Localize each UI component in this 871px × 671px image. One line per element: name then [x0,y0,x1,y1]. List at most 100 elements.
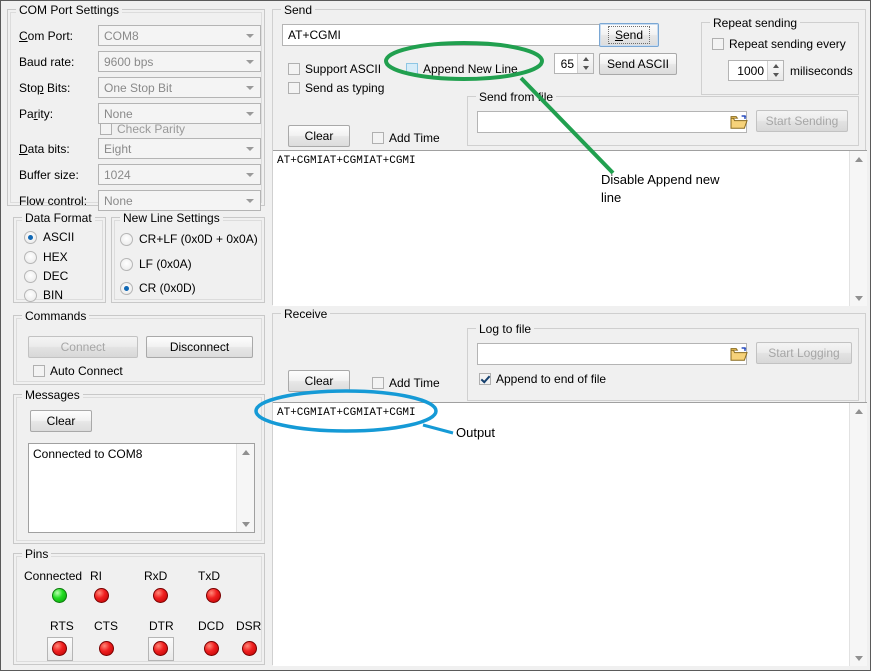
parity-select[interactable]: None [98,103,261,124]
messages-group: Messages Clear Connected to COM8 [13,394,265,544]
buffer-size-select[interactable]: 1024 [98,164,261,185]
baud-rate-select[interactable]: 9600 bps [98,51,261,72]
scroll-down-icon[interactable] [237,515,254,532]
radio-data-format-bin[interactable]: BIN [24,288,63,302]
messages-log-text: Connected to COM8 [33,447,236,461]
pin-label-rxd: RxD [144,569,167,583]
spinner-up-icon[interactable] [768,61,783,71]
scroll-up-icon[interactable] [850,403,867,420]
messages-title: Messages [22,388,83,402]
repeat-sending-group: Repeat sending Repeat sending every 1000… [701,22,859,95]
pin-led-cts [99,641,114,656]
pin-label-dtr: DTR [149,619,174,633]
pin-label-rts: RTS [50,619,74,633]
flow-control-label: Flow control: [19,194,87,208]
append-to-end-of-file-checkbox[interactable]: Append to end of file [479,372,606,386]
scroll-down-icon[interactable] [850,649,867,666]
send-log-area[interactable]: AT+CGMIAT+CGMIAT+CGMI [273,150,867,306]
check-parity-checkbox[interactable]: Check Parity [100,122,185,136]
receive-group: Receive Clear Add Time Log to file [272,313,866,665]
messages-scrollbar[interactable] [236,444,254,532]
start-logging-button[interactable]: Start Logging [756,342,852,364]
flow-control-value: None [104,194,133,208]
radio-label: ASCII [43,230,74,244]
spinner-up-icon[interactable] [578,54,593,64]
send-add-time-checkbox[interactable]: Add Time [372,131,440,145]
repeat-interval-spinner[interactable]: 1000 [728,60,784,81]
radio-data-format-dec[interactable]: DEC [24,269,68,283]
repeat-interval-unit: miliseconds [790,64,853,78]
repeat-sending-label: Repeat sending every [729,37,846,51]
send-from-file-browse-button[interactable] [729,113,749,131]
auto-connect-checkbox[interactable]: Auto Connect [33,364,123,378]
send-as-typing-checkbox[interactable]: Send as typing [288,81,384,95]
checkbox-box [288,82,300,94]
receive-log-area[interactable]: AT+CGMIAT+CGMIAT+CGMI [273,402,867,666]
send-add-time-label: Add Time [389,131,440,145]
receive-add-time-checkbox[interactable]: Add Time [372,376,440,390]
radio-dot [24,289,37,302]
pin-label-cts: CTS [94,619,118,633]
scroll-up-icon[interactable] [850,151,867,168]
chevron-down-icon [246,199,254,203]
com-port-label: Com Port: [19,29,73,43]
radio-newline-crlf[interactable]: CR+LF (0x0D + 0x0A) [120,232,258,246]
chevron-down-icon [246,147,254,151]
connect-button[interactable]: Connect [28,336,138,358]
receive-add-time-label: Add Time [389,376,440,390]
append-to-end-of-file-label: Append to end of file [496,372,606,386]
spinner-arrows[interactable] [577,54,593,73]
radio-newline-lf[interactable]: LF (0x0A) [120,257,192,271]
repeat-sending-title: Repeat sending [710,16,800,30]
send-button[interactable]: Send [599,23,659,47]
start-sending-button[interactable]: Start Sending [756,110,848,132]
radio-data-format-ascii[interactable]: ASCII [24,230,74,244]
spinner-down-icon[interactable] [768,71,783,81]
log-to-file-group: Log to file Start Logging Append to end … [467,328,859,401]
pin-led-dtr [153,641,168,656]
receive-log-text: AT+CGMIAT+CGMIAT+CGMI [277,406,849,420]
scroll-down-icon[interactable] [850,289,867,306]
pin-led-dsr [242,641,257,656]
send-log-text: AT+CGMIAT+CGMIAT+CGMI [277,154,849,168]
new-line-settings-group: New Line Settings CR+LF (0x0D + 0x0A) LF… [111,217,265,303]
messages-log-area[interactable]: Connected to COM8 [28,443,255,533]
send-clear-button[interactable]: Clear [288,125,350,147]
repeat-sending-checkbox[interactable]: Repeat sending every [712,37,846,51]
scroll-up-icon[interactable] [237,444,254,461]
send-from-file-group: Send from file Start Sending [467,96,859,146]
ascii-code-spinner[interactable]: 65 [554,53,594,74]
pins-group: Pins Connected RI RxD TxD RTS CTS DTR DC… [13,553,265,665]
green-annotation-text: Disable Append new line [601,171,761,207]
disconnect-button[interactable]: Disconnect [146,336,253,358]
send-clear-label: Clear [305,129,334,143]
support-ascii-checkbox[interactable]: Support ASCII [288,62,381,76]
com-port-settings-group: COM Port Settings Com Port: COM8 Baud ra… [7,9,265,206]
messages-clear-button[interactable]: Clear [30,410,92,432]
spinner-arrows[interactable] [767,61,783,80]
data-bits-select[interactable]: Eight [98,138,261,159]
chevron-down-icon [246,60,254,64]
stop-bits-select[interactable]: One Stop Bit [98,77,261,98]
radio-newline-cr[interactable]: CR (0x0D) [120,281,196,295]
com-port-select[interactable]: COM8 [98,25,261,46]
send-ascii-button[interactable]: Send ASCII [599,53,677,75]
radio-dot [24,251,37,264]
receive-log-scrollbar[interactable] [849,403,867,666]
radio-data-format-hex[interactable]: HEX [24,250,68,264]
append-new-line-checkbox[interactable]: Append New Line [406,62,518,76]
parity-label: Parity: [19,107,53,121]
send-title: Send [281,3,315,17]
flow-control-select[interactable]: None [98,190,261,211]
spinner-down-icon[interactable] [578,64,593,74]
data-format-group: Data Format ASCII HEX DEC BIN [13,217,106,303]
log-to-file-input[interactable] [477,343,747,365]
checkbox-box [100,123,112,135]
send-command-input[interactable]: AT+CGMI [282,24,602,46]
serial-terminal-window: COM Port Settings Com Port: COM8 Baud ra… [0,0,871,671]
send-from-file-input[interactable] [477,111,747,133]
receive-clear-button[interactable]: Clear [288,370,350,392]
send-log-scrollbar[interactable] [849,151,867,306]
log-to-file-browse-button[interactable] [729,345,749,363]
commands-group: Commands Connect Disconnect Auto Connect [13,315,265,385]
